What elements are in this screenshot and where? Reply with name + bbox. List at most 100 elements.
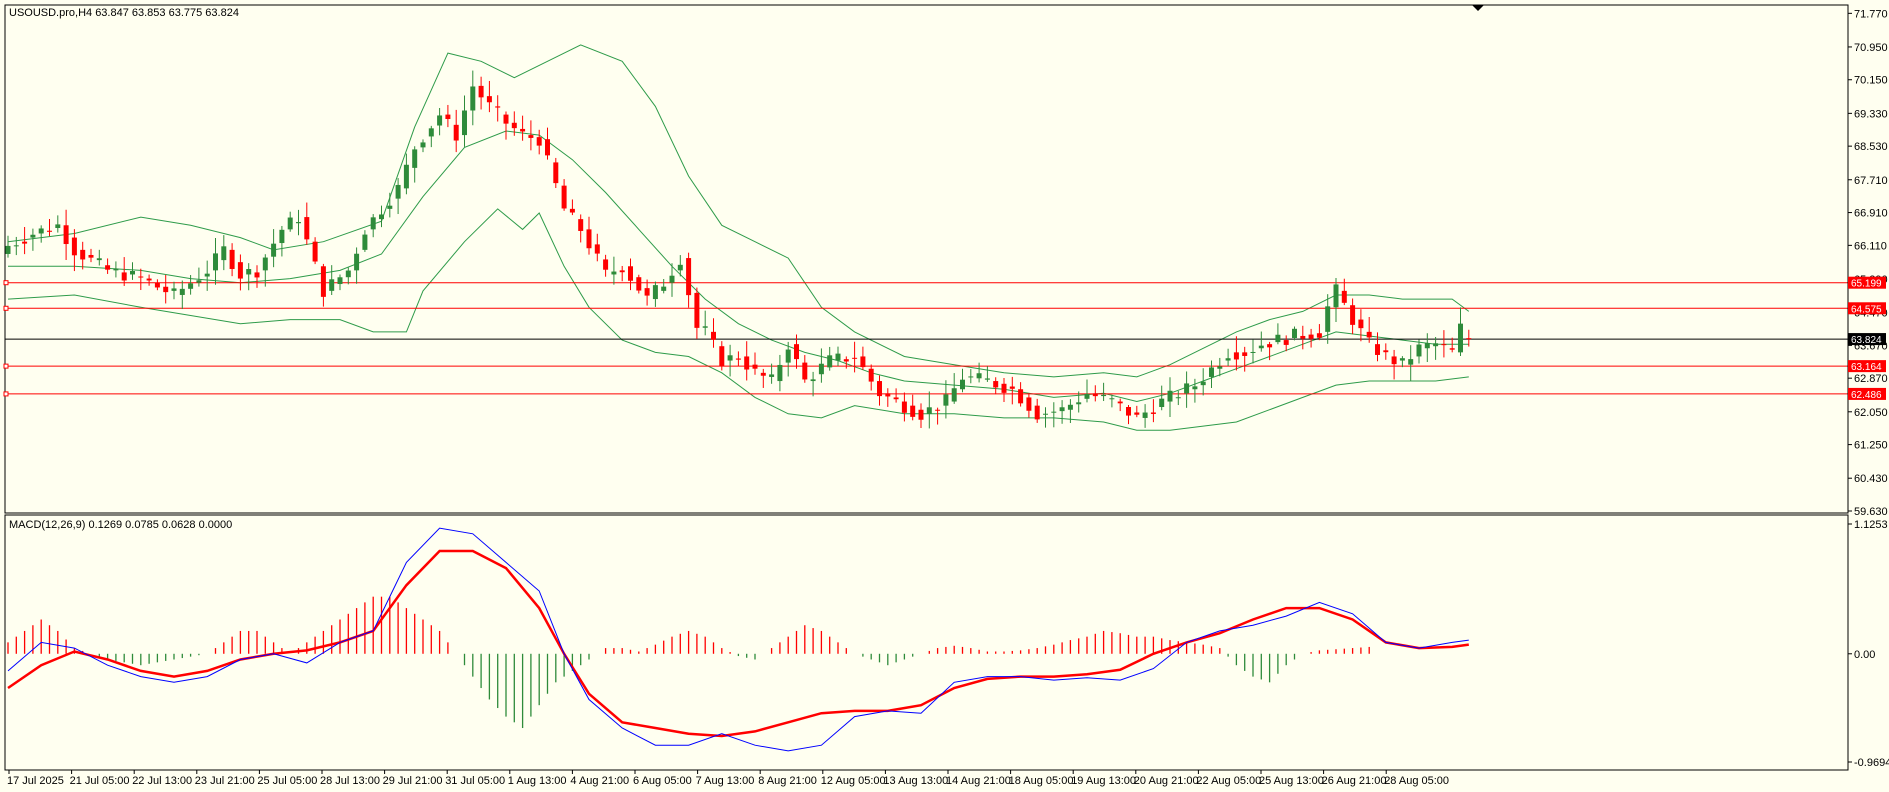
candle-body [1150,412,1156,414]
candle-body [154,282,160,288]
candle-body [594,244,600,254]
candle-body [486,96,492,103]
candle-body [1026,397,1032,411]
time-tick-label: 14 Aug 21:00 [946,775,1011,787]
candle-body [1175,397,1181,399]
macd-tick-label: 0.00 [1854,649,1875,661]
level-handle[interactable] [3,363,9,369]
candle-body [1018,389,1024,404]
candle-body [1059,407,1065,412]
candle-body [163,286,169,293]
candle-body [179,288,185,295]
horizontal-levels[interactable] [3,280,1848,397]
candle-body [213,253,218,271]
candlesticks [5,70,1472,429]
candle-body [1192,386,1198,390]
time-tick-label: 25 Jul 05:00 [257,775,317,787]
candle-body [827,355,833,368]
candle-body [1258,345,1264,349]
candle-body [1092,393,1098,397]
time-tick-label: 26 Aug 21:00 [1322,775,1387,787]
candle-body [38,228,44,234]
candle-body [603,259,609,270]
candle-body [993,381,999,388]
candle-body [445,114,451,120]
candle-body [1449,348,1455,350]
current-price-label: 63.824 [1851,335,1882,346]
candle-body [960,379,965,390]
level-price-label: 62.486 [1851,390,1882,401]
candle-body [1225,358,1231,361]
macd-tick-label: 1.1253 [1854,519,1888,531]
candle-body [843,359,849,362]
bb-upper-line [7,44,1470,378]
macd-line [7,527,1469,752]
candle-body [694,292,700,328]
candle-body [686,258,692,296]
level-price-label: 64.575 [1851,304,1882,315]
price-axis: 71.770 70.950 70.150 69.330 68.530 67.710 66.9… [1847,5,1888,518]
level-price-label: 63.164 [1851,362,1882,373]
candle-body [1399,358,1405,361]
candle-body [320,266,326,297]
candle-body [362,234,368,250]
level-handle[interactable] [3,391,9,397]
candle-body [702,326,708,328]
candle-body [1142,412,1148,418]
candle-body [1466,338,1472,340]
candle-body [337,277,343,285]
candle-body [893,397,899,400]
level-handle[interactable] [3,280,9,286]
level-handle[interactable] [3,305,9,311]
price-tick-label: 62.050 [1854,407,1888,419]
candle-body [420,142,426,148]
candle-body [495,106,501,108]
candle-body [1233,352,1239,360]
macd-tick-label: -0.9694 [1854,757,1889,769]
time-tick-label: 19 Aug 13:00 [1071,775,1136,787]
candle-body [1308,334,1314,339]
time-tick-label: 29 Jul 21:00 [383,775,443,787]
candle-body [437,115,443,126]
candle-body [561,185,567,209]
candle-body [1325,306,1331,332]
candle-body [1341,290,1347,303]
bb-lower-line [7,208,1469,431]
candle-body [578,219,584,231]
candle-body [951,388,957,402]
candle-body [478,85,484,98]
candle-body [188,283,194,289]
candle-body [1424,343,1430,349]
candle-body [910,405,916,417]
time-tick-label: 7 Aug 13:00 [696,775,755,787]
symbol-header: USOUSD.pro,H4 63.847 63.853 63.775 63.82… [9,7,239,19]
macd-histogram [7,596,1370,729]
candle-body [619,270,625,273]
time-tick-label: 22 Aug 05:00 [1196,775,1261,787]
candle-body [22,241,28,244]
price-tick-label: 70.150 [1854,75,1888,87]
candle-body [1408,359,1414,365]
candle-body [138,276,144,278]
time-tick-label: 23 Jul 21:00 [195,775,255,787]
candle-body [1117,401,1123,404]
candle-body [1366,331,1372,338]
price-tick-label: 62.870 [1854,373,1888,385]
candle-body [146,278,152,281]
price-tick-label: 66.910 [1854,208,1888,220]
candle-body [1358,319,1364,329]
candle-body [237,262,243,279]
candle-body [254,272,260,278]
trading-chart[interactable]: 71.770 70.950 70.150 69.330 68.530 67.710 66.9… [0,0,1889,792]
candle-body [71,237,77,256]
candle-body [171,288,177,291]
candle-body [1250,351,1256,353]
price-pane[interactable]: 71.770 70.950 70.150 69.330 68.530 67.710 66.9… [3,4,1888,518]
macd-pane-border [4,514,1849,771]
candle-body [1076,402,1082,405]
candle-body [279,229,285,244]
candle-body [1333,284,1339,308]
time-tick-label: 21 Jul 05:00 [70,775,130,787]
macd-pane[interactable]: 1.1253 0.00 -0.9694 MACD(12,26,9) 0.1269 0… [4,514,1889,771]
time-tick-label: 22 Jul 13:00 [132,775,192,787]
